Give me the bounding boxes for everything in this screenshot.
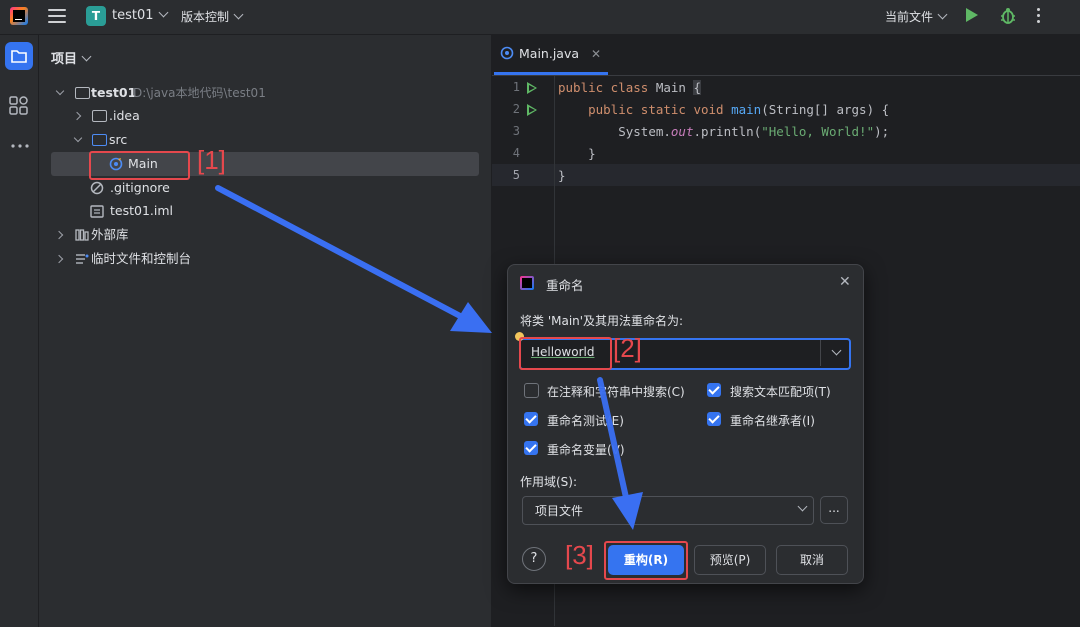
annotation-arrows bbox=[215, 185, 643, 530]
annotation-arrow-1 bbox=[215, 185, 492, 333]
annotation-arrow-2 bbox=[597, 377, 643, 530]
